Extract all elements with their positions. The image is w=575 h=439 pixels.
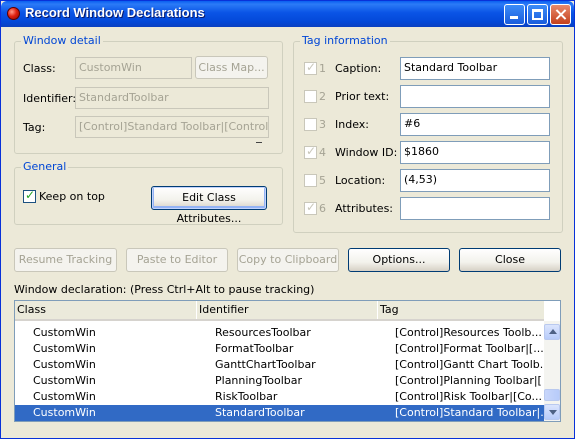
window-declaration-list[interactable]: Class Identifier Tag CustomWin ResourcesT… bbox=[14, 300, 561, 422]
cell-class: CustomWin bbox=[33, 358, 96, 371]
tag-part-4-checkbox[interactable]: ✓ bbox=[304, 144, 317, 159]
cell-tag: [Control]Planning Toolbar|[... bbox=[395, 374, 543, 387]
edit-class-attributes-button[interactable]: Edit Class Attributes... bbox=[151, 186, 267, 225]
cell-tag: [Control]Risk Toolbar|[Co... bbox=[395, 390, 542, 403]
window-title: Record Window Declarations bbox=[25, 5, 205, 20]
tag-part-3-checkbox[interactable] bbox=[304, 118, 317, 131]
minimize-button[interactable] bbox=[504, 4, 525, 25]
cell-identifier: FormatToolbar bbox=[215, 342, 294, 355]
cell-class: CustomWin bbox=[33, 406, 96, 419]
tag-part-3-label: Index: bbox=[335, 118, 369, 131]
keep-on-top-checkbox[interactable]: ✓ bbox=[23, 188, 36, 203]
cell-tag: [Control]Format Toolbar|[... bbox=[395, 342, 543, 355]
tag-part-6-label: Attributes: bbox=[335, 202, 394, 215]
tag-part-1-checkbox[interactable]: ✓ bbox=[304, 60, 317, 75]
scroll-up-button[interactable] bbox=[544, 324, 560, 340]
arrow-down-icon bbox=[549, 410, 557, 415]
tag-part-3-field[interactable]: #6 bbox=[400, 113, 550, 136]
class-map-button[interactable]: Class Map... bbox=[195, 56, 268, 79]
window-declaration-label: Window declaration: (Press Ctrl+Alt to p… bbox=[14, 283, 315, 296]
tag-part-6-field[interactable] bbox=[400, 197, 550, 220]
tag-part-5-field[interactable]: (4,53) bbox=[400, 169, 550, 192]
scroll-thumb[interactable] bbox=[544, 389, 560, 401]
resize-grip-icon bbox=[256, 142, 262, 143]
vertical-scrollbar[interactable] bbox=[544, 321, 560, 421]
tag-part-number: 4 bbox=[319, 146, 326, 159]
cell-class: CustomWin bbox=[33, 326, 96, 339]
identifier-label: Identifier: bbox=[23, 92, 77, 105]
table-row[interactable]: CustomWin PlanningToolbar [Control]Plannin… bbox=[15, 373, 544, 389]
cell-tag: [Control]Gantt Chart Toolb... bbox=[395, 358, 543, 371]
tag-part-5-label: Location: bbox=[335, 174, 386, 187]
cell-identifier: StandardToolbar bbox=[215, 406, 305, 419]
table-row[interactable]: CustomWin ResourcesToolbar [Control]Resour… bbox=[15, 325, 544, 341]
table-row[interactable]: CustomWin StandardToolbar [Control]Standar… bbox=[15, 405, 544, 421]
table-row[interactable]: CustomWin RiskToolbar [Control]Risk Toolba… bbox=[15, 389, 544, 405]
minimize-icon bbox=[505, 5, 524, 24]
copy-to-clipboard-button[interactable]: Copy to Clipboard bbox=[237, 248, 339, 272]
table-row[interactable]: CustomWin FormatToolbar [Control]Format To… bbox=[15, 341, 544, 357]
keep-on-top-label[interactable]: Keep on top bbox=[39, 190, 105, 203]
identifier-field[interactable]: StandardToolbar bbox=[75, 87, 269, 109]
tag-part-2-checkbox[interactable] bbox=[304, 90, 317, 103]
cell-identifier: PlanningToolbar bbox=[215, 374, 302, 387]
class-label: Class: bbox=[23, 62, 56, 75]
tag-part-6-checkbox[interactable]: ✓ bbox=[304, 200, 317, 215]
tag-label: Tag: bbox=[23, 121, 46, 134]
tag-part-4-field[interactable]: $1860 bbox=[400, 141, 550, 164]
cell-identifier: RiskToolbar bbox=[215, 390, 278, 403]
paste-to-editor-button[interactable]: Paste to Editor bbox=[126, 248, 228, 272]
tag-information-title: Tag information bbox=[300, 34, 390, 47]
cell-identifier: ResourcesToolbar bbox=[215, 326, 311, 339]
app-icon bbox=[7, 7, 20, 20]
cell-class: CustomWin bbox=[33, 390, 96, 403]
tag-part-5-checkbox[interactable] bbox=[304, 174, 317, 187]
options-button[interactable]: Options... bbox=[348, 248, 450, 272]
general-title: General bbox=[21, 160, 69, 173]
column-header-identifier[interactable]: Identifier bbox=[197, 301, 378, 319]
cell-tag: [Control]Resources Toolb... bbox=[395, 326, 542, 339]
cell-class: CustomWin bbox=[33, 342, 96, 355]
maximize-button[interactable] bbox=[527, 4, 548, 25]
column-header-tag[interactable]: Tag bbox=[378, 301, 544, 319]
window-detail-title: Window detail bbox=[21, 34, 103, 47]
title-bar[interactable]: Record Window Declarations bbox=[1, 1, 574, 27]
tag-part-number: 6 bbox=[319, 202, 326, 215]
column-header-class[interactable]: Class bbox=[15, 301, 197, 319]
tag-field[interactable]: [Control]Standard Toolbar|[Control]$186 bbox=[75, 116, 269, 138]
checkmark-icon: ✓ bbox=[306, 60, 317, 74]
tag-part-number: 2 bbox=[319, 90, 326, 103]
list-header: Class Identifier Tag bbox=[15, 301, 544, 321]
tag-part-2-label: Prior text: bbox=[335, 90, 390, 103]
table-row[interactable]: CustomWin GanttChartToolbar [Control]Gantt… bbox=[15, 357, 544, 373]
resume-tracking-button[interactable]: Resume Tracking bbox=[14, 248, 117, 272]
cell-identifier: GanttChartToolbar bbox=[215, 358, 316, 371]
tag-part-1-label: Caption: bbox=[335, 62, 382, 75]
close-window-button[interactable] bbox=[550, 4, 571, 25]
record-window-declarations-dialog: Record Window Declarations Window detail… bbox=[0, 0, 575, 439]
close-button[interactable]: Close bbox=[459, 248, 561, 272]
tag-part-number: 1 bbox=[319, 62, 326, 75]
cell-class: CustomWin bbox=[33, 374, 96, 387]
tag-part-2-field[interactable] bbox=[400, 85, 550, 108]
arrow-up-icon bbox=[549, 329, 557, 334]
tag-part-number: 3 bbox=[319, 118, 326, 131]
checkmark-icon: ✓ bbox=[306, 144, 317, 158]
cell-tag: [Control]Standard Toolbar|... bbox=[395, 406, 543, 419]
close-icon bbox=[551, 5, 570, 24]
tag-part-1-field[interactable]: Standard Toolbar bbox=[400, 57, 550, 80]
tag-part-number: 5 bbox=[319, 174, 326, 187]
checkmark-icon: ✓ bbox=[25, 188, 36, 202]
checkmark-icon: ✓ bbox=[306, 200, 317, 214]
scroll-down-button[interactable] bbox=[544, 404, 560, 420]
tag-part-4-label: Window ID: bbox=[335, 146, 398, 159]
class-field[interactable]: CustomWin bbox=[75, 57, 192, 79]
maximize-icon bbox=[528, 5, 547, 24]
